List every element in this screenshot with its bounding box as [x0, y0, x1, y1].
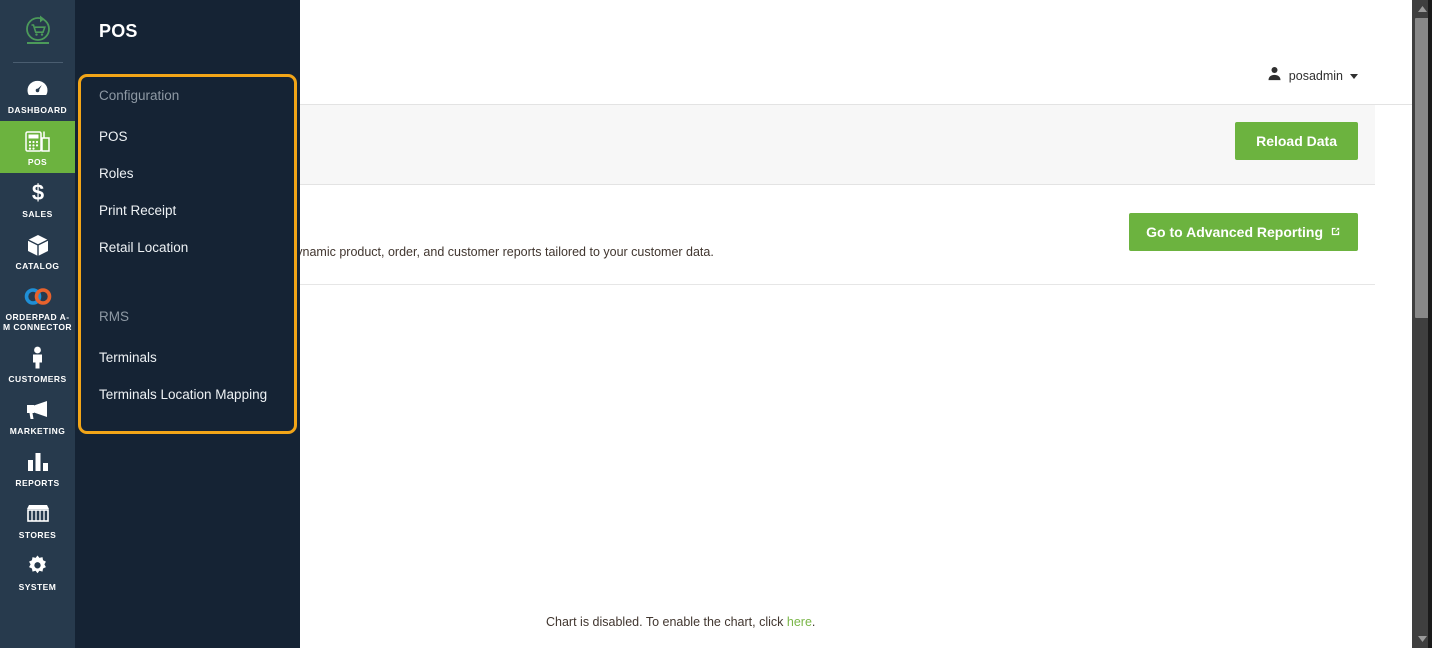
linked-rings-icon: [23, 284, 53, 308]
flyout-title: POS: [99, 21, 138, 41]
sidebar-item-label: REPORTS: [15, 477, 60, 488]
user-avatar-icon: [1267, 66, 1282, 86]
sidebar-item-label: CUSTOMERS: [8, 373, 67, 384]
sidebar-item-sales[interactable]: $ SALES: [0, 173, 75, 225]
pos-flyout-panel: POS Configuration POS Roles Print Receip…: [75, 0, 300, 648]
sidebar-item-label: CATALOG: [15, 260, 60, 271]
app-logo[interactable]: [0, 0, 75, 62]
sidebar-item-label: POS: [27, 156, 48, 167]
flyout-link-terminals[interactable]: Terminals: [75, 350, 300, 365]
box-icon: [26, 233, 50, 257]
sidebar-item-reports[interactable]: REPORTS: [0, 442, 75, 494]
flyout-link-pos[interactable]: POS: [75, 129, 300, 144]
go-to-advanced-reporting-button[interactable]: Go to Advanced Reporting: [1129, 213, 1358, 251]
flyout-link-terminals-location-mapping[interactable]: Terminals Location Mapping: [75, 387, 300, 402]
chart-notice-suffix: .: [811, 615, 816, 629]
storefront-icon: [26, 502, 50, 526]
shopping-cart-refresh-logo: [25, 15, 50, 44]
sidebar-item-marketing[interactable]: MARKETING: [0, 390, 75, 442]
chart-notice-prefix: Chart is disabled. To enable the chart, …: [546, 615, 787, 629]
sidebar-item-customers[interactable]: CUSTOMERS: [0, 338, 75, 390]
vertical-scrollbar[interactable]: [1412, 0, 1432, 648]
scrollbar-thumb[interactable]: [1415, 18, 1429, 318]
gauge-icon: [26, 77, 49, 101]
sidebar-item-dashboard[interactable]: DASHBOARD: [0, 69, 75, 121]
rail-divider: [12, 62, 63, 63]
sidebar-item-catalog[interactable]: CATALOG: [0, 225, 75, 277]
sidebar-item-label: SYSTEM: [18, 581, 57, 592]
scrollbar-track-edge: [1428, 0, 1432, 648]
person-icon: [30, 346, 45, 370]
reload-data-button[interactable]: Reload Data: [1235, 122, 1358, 160]
dollar-icon: $: [30, 181, 46, 205]
external-link-icon: [1330, 224, 1341, 240]
sidebar-item-label: ORDERPAD A-M CONNECTOR: [2, 312, 72, 332]
megaphone-icon: [25, 398, 50, 422]
flyout-link-roles[interactable]: Roles: [75, 166, 300, 181]
sidebar-item-orderpad-am-connector[interactable]: ORDERPAD A-M CONNECTOR: [0, 277, 75, 338]
bar-chart-icon: [27, 450, 49, 474]
gear-icon: [26, 554, 49, 578]
svg-text:$: $: [31, 181, 43, 204]
flyout-link-retail-location[interactable]: Retail Location: [75, 240, 300, 255]
flyout-link-print-receipt[interactable]: Print Receipt: [75, 203, 300, 218]
flyout-group-heading-rms: RMS: [99, 309, 129, 324]
user-name-label: posadmin: [1288, 69, 1343, 83]
sidebar-item-label: SALES: [22, 208, 53, 219]
chevron-down-icon[interactable]: [1350, 73, 1358, 79]
sidebar-item-stores[interactable]: STORES: [0, 494, 75, 546]
flyout-group-heading-configuration: Configuration: [99, 88, 180, 103]
chart-disabled-notice: Chart is disabled. To enable the chart, …: [546, 615, 815, 629]
enable-chart-link[interactable]: here: [787, 615, 812, 629]
pos-terminal-icon: [24, 129, 51, 153]
primary-navigation-rail: DASHBOARD POS $ SALES CATALOG ORDERPAD A…: [0, 0, 75, 648]
sidebar-item-pos[interactable]: POS: [0, 121, 75, 173]
sidebar-item-system[interactable]: SYSTEM: [0, 546, 75, 598]
sidebar-item-label: STORES: [18, 529, 57, 540]
advanced-reporting-label: Go to Advanced Reporting: [1146, 224, 1323, 240]
sidebar-item-label: MARKETING: [9, 425, 66, 436]
sidebar-item-label: DASHBOARD: [7, 104, 68, 115]
application-window: posadmin Reload Data d of your business'…: [0, 0, 1432, 648]
user-menu[interactable]: posadmin: [1267, 66, 1358, 86]
